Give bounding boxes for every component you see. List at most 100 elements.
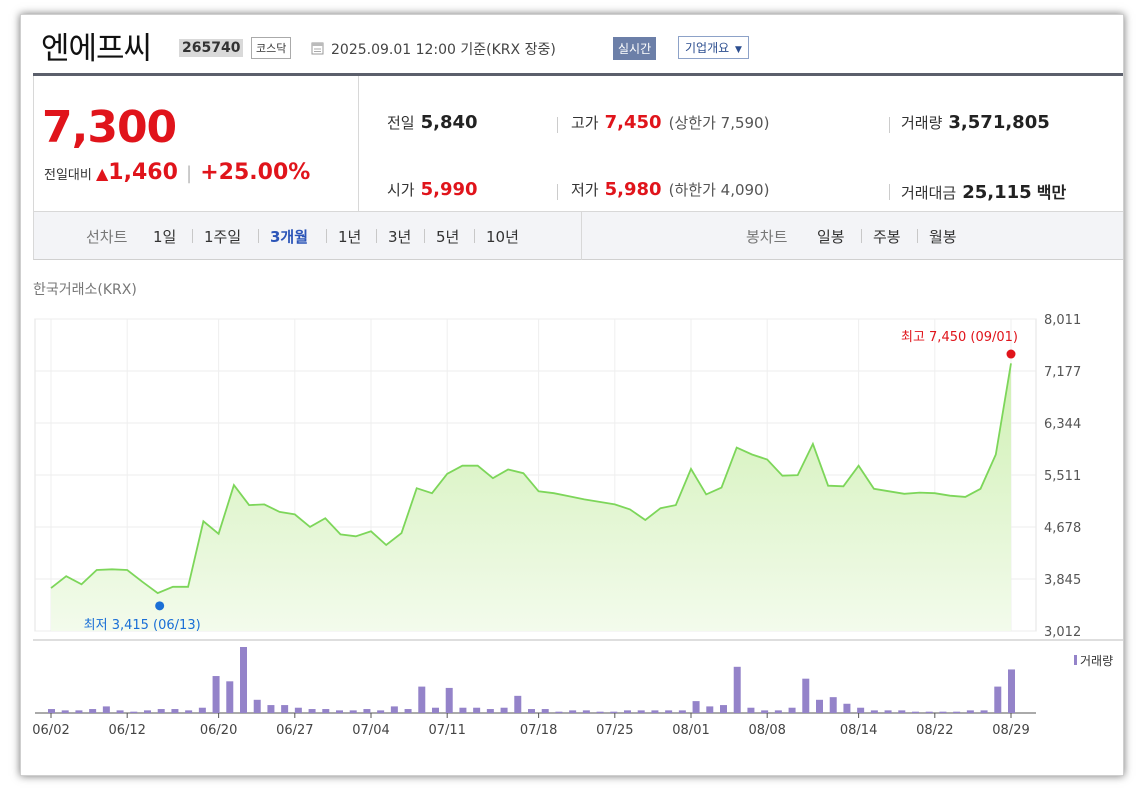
volume-bar [240, 647, 247, 713]
volume-bar [678, 710, 686, 713]
volume-bar [624, 710, 631, 713]
volume-bar [610, 711, 618, 713]
volume-bar [500, 707, 508, 713]
volume-bar [747, 707, 755, 713]
tab-monthly-candle[interactable]: 월봉 [929, 226, 957, 247]
volume-bar [555, 711, 563, 713]
price-chart[interactable]: 8,011 7,177 6,344 5,511 4,678 3,845 3,012 최고 7,… [32, 305, 1123, 775]
volume-bar [486, 709, 494, 713]
stat-trade-value: 거래대금 25,115 백만 [901, 179, 1066, 203]
stat-low: 저가 5,980 (하한가 4,090) [571, 179, 769, 200]
volume-bar [665, 710, 673, 713]
tab-separator [917, 229, 918, 243]
tab-3y[interactable]: 3년 [388, 226, 411, 247]
tab-1w[interactable]: 1주일 [204, 226, 241, 247]
stat-value: 5,840 [420, 112, 478, 133]
volume-bar [1008, 669, 1015, 713]
max-annotation: 최고 7,450 (09/01) [901, 330, 1018, 345]
chevron-down-icon: ▼ [735, 45, 742, 55]
stat-volume: 거래량 3,571,805 [901, 112, 1050, 133]
volume-bar [48, 709, 55, 713]
tab-10y[interactable]: 10년 [486, 226, 519, 247]
volume-bar [925, 711, 933, 713]
tab-3m[interactable]: 3개월 [270, 226, 308, 247]
volume-bar [692, 701, 700, 713]
stat-high: 고가 7,450 (상한가 7,590) [571, 112, 769, 133]
y-tick-label: 3,845 [1044, 573, 1081, 588]
volume-bar [582, 710, 590, 713]
volume-bar [966, 710, 974, 713]
stat-divider [557, 117, 558, 133]
volume-bar [843, 703, 851, 713]
x-tick-label: 06/20 [200, 723, 237, 738]
stat-value: 25,115 [962, 182, 1032, 203]
volume-bar [294, 707, 302, 713]
volume-bar [459, 707, 467, 713]
stock-code: 265740 [179, 39, 244, 57]
tabbar-divider [581, 212, 582, 260]
min-marker [155, 601, 165, 611]
line-chart-label: 선차트 [86, 228, 128, 246]
tab-separator [258, 229, 259, 243]
volume-bar [980, 710, 988, 713]
volume-bar [363, 709, 371, 713]
volume-bar [390, 706, 398, 713]
volume-bar [75, 710, 83, 713]
volume-bar [953, 711, 961, 713]
volume-bar [253, 699, 261, 713]
stat-label: 전일 [387, 114, 415, 132]
x-tick-label: 08/14 [840, 723, 877, 738]
tab-separator [326, 229, 327, 243]
volume-bar [528, 709, 535, 713]
volume-bar [377, 710, 385, 713]
company-overview-label: 기업개요 [685, 41, 730, 55]
volume-bar [144, 710, 151, 713]
price-chart-svg: 8,011 7,177 6,344 5,511 4,678 3,845 3,012 최고 7,… [32, 313, 1123, 738]
stat-label: 저가 [571, 181, 599, 199]
stat-value: 5,980 [604, 179, 662, 200]
min-annotation: 최저 3,415 (06/13) [84, 618, 201, 633]
x-tick-label: 08/01 [672, 723, 709, 738]
volume-bar [432, 707, 439, 713]
y-tick-label: 5,511 [1044, 469, 1081, 484]
lower-limit: (하한가 4,090) [668, 181, 770, 199]
stat-label: 거래대금 [901, 184, 957, 202]
tab-weekly-candle[interactable]: 주봉 [873, 226, 901, 247]
tab-5y[interactable]: 5년 [436, 226, 459, 247]
stat-label: 시가 [387, 181, 415, 199]
stat-divider [557, 184, 558, 200]
volume-bar [898, 710, 906, 713]
volume-bar [171, 709, 179, 713]
volume-bar [706, 706, 714, 713]
tab-separator [474, 229, 475, 243]
tab-1y[interactable]: 1년 [338, 226, 361, 247]
tab-daily-candle[interactable]: 일봉 [817, 226, 845, 247]
volume-legend-swatch [1074, 655, 1077, 665]
tab-separator [376, 229, 377, 243]
x-tick-label: 07/04 [352, 723, 389, 738]
company-overview-button[interactable]: 기업개요 ▼ [678, 36, 749, 59]
volume-bar [157, 709, 165, 713]
up-triangle-icon: ▲ [95, 164, 109, 183]
volume-bar [130, 711, 138, 713]
volume-bar [102, 706, 110, 713]
realtime-button[interactable]: 실시간 [613, 37, 657, 60]
volume-bar [212, 676, 220, 713]
upper-limit: (상한가 7,590) [668, 114, 770, 132]
volume-bar [418, 686, 426, 713]
volume-bar [596, 711, 604, 713]
x-tick-label: 08/22 [916, 723, 953, 738]
volume-bar [816, 699, 823, 713]
base-date: 2025.09.01 12:00 기준(KRX 장중) [331, 42, 556, 58]
volume-bar [733, 666, 741, 713]
y-tick-label: 8,011 [1044, 313, 1081, 328]
volume-bar [404, 709, 412, 713]
stat-value: 7,450 [604, 112, 662, 133]
stock-header: 엔에프씨 265740 코스닥 2025.09.01 12:00 기준(KRX … [21, 15, 1123, 75]
tab-1d[interactable]: 1일 [153, 226, 176, 247]
current-price: 7,300 [42, 102, 177, 153]
volume-bar [61, 710, 69, 713]
volume-bar [774, 710, 782, 713]
tab-separator [424, 229, 425, 243]
x-tick-label: 06/27 [276, 723, 313, 738]
